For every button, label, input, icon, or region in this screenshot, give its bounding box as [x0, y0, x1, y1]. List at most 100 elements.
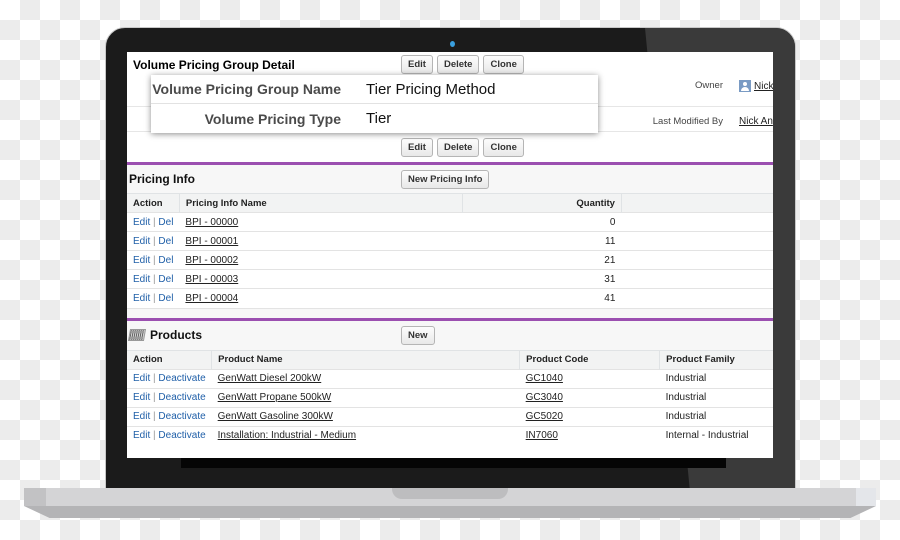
product-code-link[interactable]: IN7060	[526, 430, 558, 441]
quantity-cell: 31	[462, 269, 622, 289]
pricing-info-link[interactable]: BPI - 00003	[185, 274, 238, 285]
user-icon	[739, 80, 751, 92]
section-title: Pricing Info	[129, 172, 195, 186]
pricing-info-section: Pricing Info New Pricing Info Action Pri…	[127, 165, 773, 318]
clone-button[interactable]: Clone	[483, 55, 524, 74]
separator: |	[153, 216, 156, 228]
product-code-link[interactable]: GC3040	[526, 392, 563, 403]
lid-bezel-bottom	[181, 458, 726, 468]
camera-icon	[450, 41, 455, 47]
new-product-button[interactable]: New	[401, 325, 435, 345]
field-label: Volume Pricing Group Name	[152, 81, 341, 97]
edit-link[interactable]: Edit	[133, 255, 150, 266]
product-family-cell: Industrial	[659, 368, 773, 388]
pricing-info-link[interactable]: BPI - 00001	[185, 236, 238, 247]
laptop-base-edge	[24, 506, 876, 518]
last-modified-label: Last Modified By	[652, 116, 723, 127]
pricing-info-link[interactable]: BPI - 00004	[185, 293, 238, 304]
quantity-cell: 41	[462, 288, 622, 308]
product-family-cell: Industrial	[659, 387, 773, 407]
delete-link[interactable]: Del	[158, 274, 173, 285]
separator: |	[153, 373, 156, 384]
edit-link[interactable]: Edit	[133, 411, 150, 422]
column-header[interactable]: Pricing Info Name	[178, 193, 463, 213]
products-table: Action Product Name Product Code Product…	[127, 349, 773, 445]
edit-link[interactable]: Edit	[133, 392, 150, 403]
column-header[interactable]: Quantity	[461, 193, 622, 213]
edit-button[interactable]: Edit	[401, 55, 433, 74]
product-name-link[interactable]: GenWatt Gasoline 300kW	[218, 411, 333, 422]
product-family-cell: Internal - Industrial	[659, 425, 773, 445]
column-header[interactable]: Product Name	[211, 349, 520, 369]
edit-link[interactable]: Edit	[133, 236, 150, 247]
delete-link[interactable]: Del	[158, 293, 173, 304]
clone-button[interactable]: Clone	[483, 138, 524, 157]
product-icon	[127, 328, 147, 341]
laptop-notch	[392, 488, 508, 499]
product-name-link[interactable]: GenWatt Propane 500kW	[218, 392, 332, 403]
table-row: Edit | Deactivate Installation: Industria…	[127, 425, 773, 445]
separator: |	[153, 430, 156, 442]
popup-field: Volume Pricing Group Name Tier Pricing M…	[151, 75, 598, 104]
table-row: Edit | Deactivate GenWatt Diesel 200kW GC1…	[127, 368, 773, 388]
deactivate-link[interactable]: Deactivate	[158, 392, 205, 403]
delete-button[interactable]: Delete	[436, 55, 480, 74]
products-section: Products New Action Product Name Product…	[127, 320, 773, 445]
separator: |	[153, 254, 156, 266]
deactivate-link[interactable]: Deactivate	[158, 373, 205, 384]
product-code-link[interactable]: GC5020	[526, 411, 563, 422]
table-row: Edit | Deactivate GenWatt Propane 500kW GC…	[127, 387, 773, 407]
pricing-info-table: Action Pricing Info Name Quantity Edit |…	[127, 193, 773, 308]
table-row: Edit | Del BPI - 00004 41	[127, 288, 773, 308]
column-header[interactable]: Product Code	[519, 349, 660, 369]
table-row: Edit | Deactivate GenWatt Gasoline 300kW G…	[127, 406, 773, 426]
table-row: Edit | Del BPI - 00002 21	[127, 250, 773, 270]
popup-field: Volume Pricing Type Tier	[151, 104, 598, 133]
owner-label: Owner	[695, 80, 723, 91]
product-code-link[interactable]: GC1040	[526, 373, 563, 384]
separator: |	[153, 235, 156, 247]
column-header[interactable]: Action	[127, 193, 180, 213]
table-row: Edit | Del BPI - 00001 11	[127, 231, 773, 251]
pricing-info-link[interactable]: BPI - 00002	[185, 255, 238, 266]
record-summary-popup: Volume Pricing Group Name Tier Pricing M…	[151, 75, 598, 133]
edit-link[interactable]: Edit	[133, 430, 150, 441]
separator: |	[153, 411, 156, 422]
column-header[interactable]: Action	[127, 349, 212, 369]
edit-link[interactable]: Edit	[133, 373, 150, 384]
product-name-link[interactable]: Installation: Industrial - Medium	[218, 430, 356, 441]
field-value: Tier	[366, 110, 392, 127]
detail-toolbar-top: Edit Delete Clone	[401, 55, 524, 74]
deactivate-link[interactable]: Deactivate	[158, 411, 205, 422]
section-title: Products	[127, 328, 202, 342]
delete-link[interactable]: Del	[158, 217, 173, 228]
new-pricing-info-button[interactable]: New Pricing Info	[401, 170, 490, 189]
quantity-cell: 0	[462, 212, 622, 232]
delete-link[interactable]: Del	[158, 236, 173, 247]
delete-button[interactable]: Delete	[436, 138, 480, 157]
deactivate-link[interactable]: Deactivate	[158, 430, 205, 441]
edit-button[interactable]: Edit	[401, 138, 433, 157]
pricing-info-link[interactable]: BPI - 00000	[185, 217, 238, 228]
detail-toolbar-bottom: Edit Delete Clone	[401, 138, 524, 157]
edit-link[interactable]: Edit	[133, 293, 150, 304]
owner-link[interactable]: Nick	[739, 80, 773, 92]
quantity-cell: 21	[462, 250, 622, 270]
separator: |	[153, 273, 156, 285]
owner-name[interactable]: Nick	[754, 81, 773, 92]
edit-link[interactable]: Edit	[133, 274, 150, 285]
field-value: Tier Pricing Method	[366, 80, 496, 98]
delete-link[interactable]: Del	[158, 255, 173, 266]
last-modified-link[interactable]: Nick An	[739, 116, 773, 127]
separator: |	[153, 392, 156, 403]
table-row: Edit | Del BPI - 00000 0	[127, 212, 773, 232]
quantity-cell: 11	[462, 231, 622, 251]
column-header[interactable]: Product Family	[659, 349, 773, 369]
field-label: Volume Pricing Type	[204, 110, 341, 127]
page-title: Volume Pricing Group Detail	[133, 58, 295, 72]
edit-link[interactable]: Edit	[133, 217, 150, 228]
separator: |	[153, 292, 156, 304]
table-row: Edit | Del BPI - 00003 31	[127, 269, 773, 289]
product-family-cell: Industrial	[659, 406, 773, 426]
product-name-link[interactable]: GenWatt Diesel 200kW	[218, 373, 322, 384]
